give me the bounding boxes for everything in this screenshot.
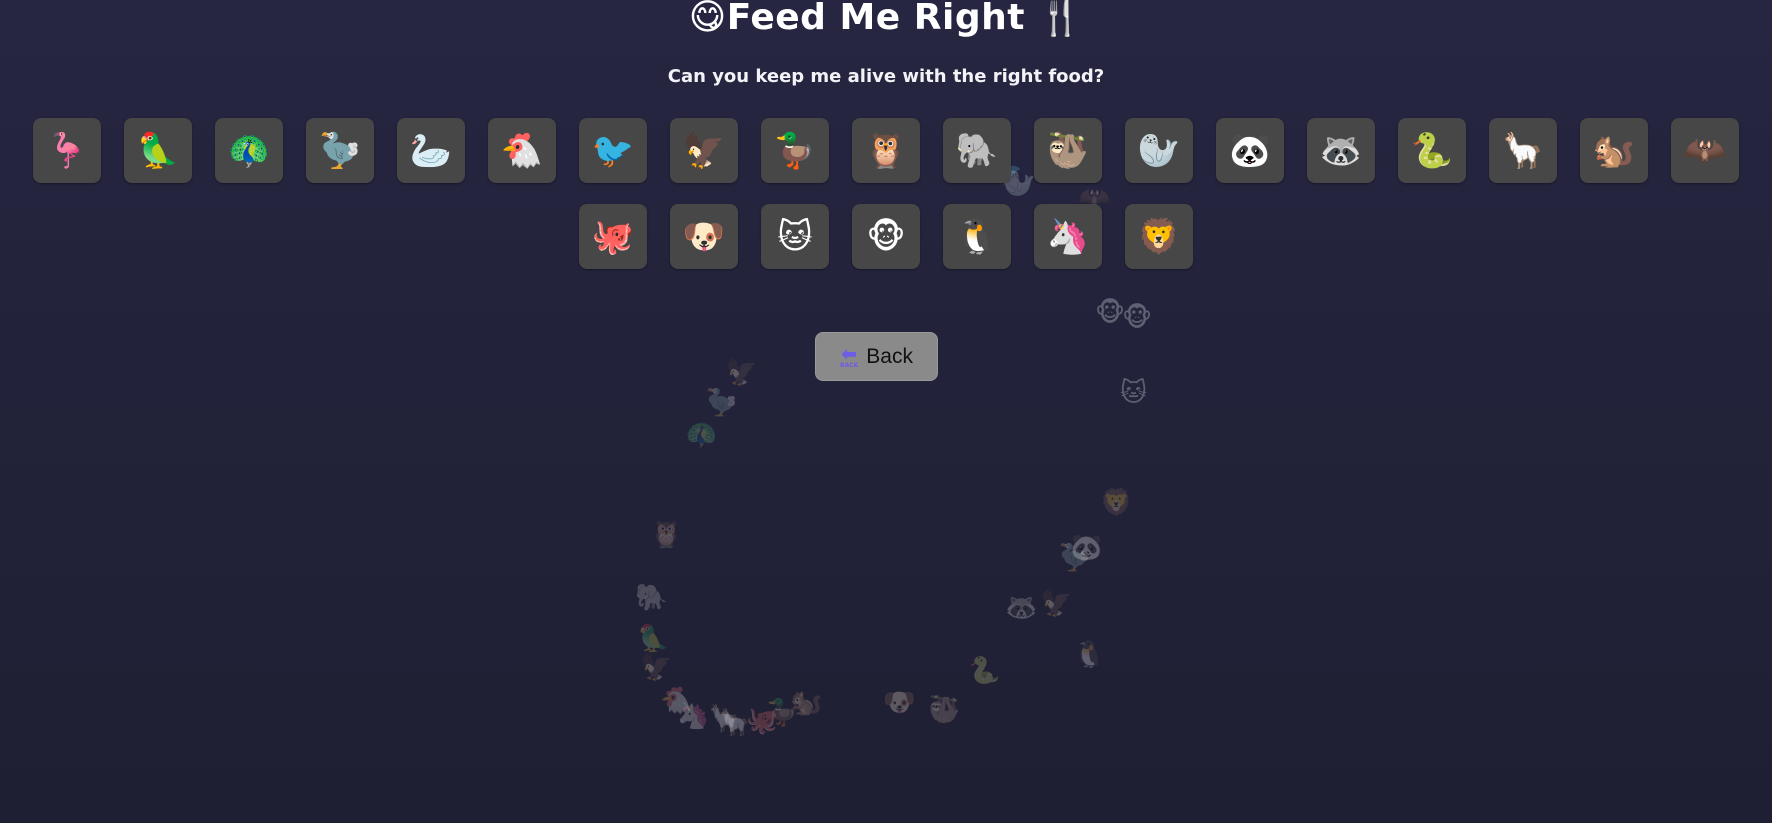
animal-card-penguin[interactable]: 🐧 (943, 204, 1011, 269)
background-animal-icon: 🐼 (1070, 533, 1103, 563)
chicken-icon: 🐔 (500, 130, 544, 171)
monkey-icon: 🐵 (866, 216, 906, 257)
animal-card-dog[interactable]: 🐶 (670, 204, 738, 269)
background-animal-icon: 🐱 (1120, 378, 1148, 408)
background-animal-icon: 🐵 (1122, 303, 1153, 333)
background-animal-icon: 🐍 (968, 656, 1001, 686)
panda-icon: 🐼 (1228, 130, 1272, 171)
background-animal-icon: 🦅 (725, 358, 758, 388)
dodo-icon: 🦤 (318, 130, 362, 171)
animal-card-squirrel[interactable]: 🐿️ (1580, 118, 1648, 183)
background-animal-icon: 🦅 (640, 653, 673, 683)
animal-card-cat[interactable]: 🐱 (761, 204, 829, 269)
flamingo-icon: 🦩 (45, 130, 89, 171)
back-button[interactable]: ⬅ BACK Back (815, 332, 938, 381)
seal-icon: 🦭 (1137, 130, 1181, 171)
sloth-icon: 🦥 (1046, 130, 1090, 171)
animal-card-flamingo[interactable]: 🦩 (33, 118, 101, 183)
animal-card-bat[interactable]: 🦇 (1671, 118, 1739, 183)
peacock-icon: 🦚 (227, 130, 271, 171)
background-animal-icon: 🦤 (705, 388, 738, 418)
background-animal-icon: 🦉 (650, 520, 683, 550)
parrot-icon: 🦜 (136, 130, 180, 171)
background-animal-icon: 🐧 (1073, 640, 1106, 670)
animal-grid: 🦩 🦜 🦚 🦤 🦢 🐔 🐦 🦅 🦆 🦉 🐘 🦥 🦭 🐼 🦝 🐍 🦙 🐿️ 🦇 🐙 🐶 🐱 🐵 🐧 🦄 🦁 (0, 118, 1772, 269)
yum-face-icon: 😋 (688, 0, 727, 38)
eagle-icon: 🦅 (682, 130, 726, 171)
animal-card-peacock[interactable]: 🦚 (215, 118, 283, 183)
animal-card-owl[interactable]: 🦉 (852, 118, 920, 183)
animal-card-llama[interactable]: 🦙 (1489, 118, 1557, 183)
page-title-text: Feed Me Right (726, 0, 1025, 38)
lion-icon: 🦁 (1137, 216, 1181, 257)
background-animal-icon: 🦙 (708, 704, 741, 734)
animal-card-sloth[interactable]: 🦥 (1034, 118, 1102, 183)
animal-card-duck[interactable]: 🦆 (761, 118, 829, 183)
background-animal-icon: 🦄 (677, 701, 710, 731)
animal-card-seal[interactable]: 🦭 (1125, 118, 1193, 183)
raccoon-icon: 🦝 (1319, 130, 1363, 171)
background-animal-icon: 🐔 (660, 686, 693, 716)
bat-icon: 🦇 (1683, 130, 1727, 171)
animal-card-lion[interactable]: 🦁 (1125, 204, 1193, 269)
unicorn-icon: 🦄 (1046, 216, 1090, 257)
background-animal-icon: 🦙 (718, 708, 751, 738)
background-animal-icon: 🦜 (637, 624, 670, 654)
swan-icon: 🦢 (409, 130, 453, 171)
animal-card-elephant[interactable]: 🐘 (943, 118, 1011, 183)
animal-card-unicorn[interactable]: 🦄 (1034, 204, 1102, 269)
duck-icon: 🦆 (773, 130, 817, 171)
llama-icon: 🦙 (1501, 130, 1545, 171)
animal-card-swan[interactable]: 🦢 (397, 118, 465, 183)
animal-card-dodo[interactable]: 🦤 (306, 118, 374, 183)
animal-card-bird[interactable]: 🐦 (579, 118, 647, 183)
animal-card-octopus[interactable]: 🐙 (579, 204, 647, 269)
bird-icon: 🐦 (591, 130, 635, 171)
background-animal-icon: 🐿️ (790, 688, 823, 718)
background-animal-icon: 🦁 (1100, 488, 1133, 518)
background-animal-icon: 🐶 (883, 688, 916, 718)
background-animal-icon: 🦆 (766, 698, 799, 728)
page-subtitle: Can you keep me alive with the right foo… (667, 66, 1105, 87)
dog-icon: 🐶 (682, 216, 726, 257)
page-title: 😋Feed Me Right 🍴 (0, 0, 1772, 36)
animal-card-chicken[interactable]: 🐔 (488, 118, 556, 183)
owl-icon: 🦉 (864, 130, 908, 171)
animal-card-panda[interactable]: 🐼 (1216, 118, 1284, 183)
animal-card-snake[interactable]: 🐍 (1398, 118, 1466, 183)
cat-icon: 🐱 (777, 216, 813, 257)
squirrel-icon: 🐿️ (1592, 130, 1636, 171)
background-animal-icon: 🦝 (1005, 593, 1038, 623)
back-arrow-icon: ⬅ BACK (840, 343, 859, 369)
octopus-icon: 🐙 (591, 216, 635, 257)
animal-card-parrot[interactable]: 🦜 (124, 118, 192, 183)
snake-icon: 🐍 (1410, 130, 1454, 171)
background-animal-icon: 🦤 (1058, 543, 1091, 573)
background-animal-icon: 🦥 (928, 695, 961, 725)
elephant-icon: 🐘 (955, 130, 999, 171)
background-animal-icon: 🦅 (1040, 589, 1073, 619)
fork-knife-icon: 🍴 (1037, 0, 1084, 38)
background-animal-icon: 🦚 (685, 420, 718, 450)
animal-card-eagle[interactable]: 🦅 (670, 118, 738, 183)
background-animal-icon: 🐘 (635, 583, 668, 613)
penguin-icon: 🐧 (955, 216, 999, 257)
animal-card-raccoon[interactable]: 🦝 (1307, 118, 1375, 183)
background-animal-icon: 🐙 (746, 706, 779, 736)
animal-card-monkey[interactable]: 🐵 (852, 204, 920, 269)
back-button-label: Back (866, 344, 913, 368)
background-animal-icon: 🐵 (1095, 298, 1126, 328)
